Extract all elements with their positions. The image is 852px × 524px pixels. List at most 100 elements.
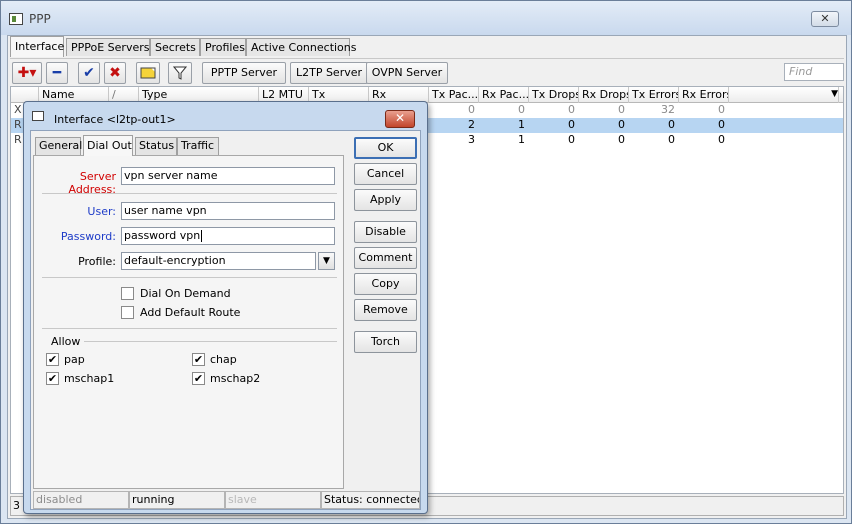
cell-tx-drops: 0 bbox=[568, 103, 575, 116]
allow-group-title: Allow bbox=[48, 335, 84, 348]
section-divider bbox=[42, 277, 337, 278]
add-default-route-label: Add Default Route bbox=[140, 306, 241, 319]
cell-rx-errors: 0 bbox=[718, 118, 725, 131]
password-input[interactable]: password vpn bbox=[121, 227, 335, 245]
profile-dropdown-button[interactable]: ▼ bbox=[318, 252, 335, 270]
disable-button[interactable]: ✖ bbox=[104, 62, 126, 84]
comment-note-icon bbox=[140, 67, 156, 79]
tab-status[interactable]: Status bbox=[135, 137, 177, 155]
minus-icon: ━ bbox=[52, 65, 62, 81]
chap-label: chap bbox=[210, 353, 237, 366]
remove-button[interactable]: Remove bbox=[354, 299, 417, 321]
pap-checkbox[interactable]: ✔ bbox=[46, 353, 59, 366]
tab-secrets[interactable]: Secrets bbox=[150, 38, 200, 56]
column-header-rx-errors[interactable]: Rx Errors bbox=[679, 87, 729, 103]
cell-tx-drops: 0 bbox=[568, 133, 575, 146]
cell-rx-packets: 1 bbox=[518, 133, 525, 146]
remove-button[interactable]: ━ bbox=[46, 62, 68, 84]
comment-button[interactable]: Comment bbox=[354, 247, 417, 269]
copy-button[interactable]: Copy bbox=[354, 273, 417, 295]
status-connection: Status: connected bbox=[321, 491, 420, 509]
cell-tx-errors: 0 bbox=[668, 133, 675, 146]
add-default-route-checkbox[interactable] bbox=[121, 306, 134, 319]
interface-dialog: Interface <l2tp-out1> ✕ General Dial Out… bbox=[23, 101, 428, 514]
column-menu-icon[interactable]: ▼ bbox=[828, 87, 839, 103]
cell-rx-errors: 0 bbox=[718, 133, 725, 146]
apply-button[interactable]: Apply bbox=[354, 189, 417, 211]
mschap2-checkbox[interactable]: ✔ bbox=[192, 372, 205, 385]
ppp-window-icon bbox=[9, 13, 23, 25]
checkmark-icon: ✔ bbox=[193, 372, 204, 385]
text-caret bbox=[201, 230, 203, 242]
server-address-input[interactable]: vpn server name bbox=[121, 167, 335, 185]
column-header-rx-packets[interactable]: Rx Pac... bbox=[479, 87, 529, 103]
dialog-close-button[interactable]: ✕ bbox=[385, 110, 415, 128]
filter-button[interactable] bbox=[168, 62, 192, 84]
dial-on-demand-label: Dial On Demand bbox=[140, 287, 231, 300]
allow-group-line bbox=[84, 341, 337, 342]
cancel-button[interactable]: Cancel bbox=[354, 163, 417, 185]
pap-label: pap bbox=[64, 353, 85, 366]
window-title: PPP bbox=[29, 12, 51, 26]
cell-rx-drops: 0 bbox=[618, 133, 625, 146]
section-divider bbox=[42, 193, 337, 194]
tab-interface[interactable]: Interface bbox=[10, 36, 64, 57]
user-input[interactable]: user name vpn bbox=[121, 202, 335, 220]
column-header-rx-drops[interactable]: Rx Drops bbox=[579, 87, 629, 103]
ok-button[interactable]: OK bbox=[354, 137, 417, 159]
dialog-client-area: General Dial Out Status Traffic Server A… bbox=[30, 130, 421, 510]
section-divider bbox=[42, 328, 337, 329]
cell-rx-drops: 0 bbox=[618, 103, 625, 116]
add-button[interactable]: ✚▾ bbox=[12, 62, 42, 84]
cell-rx-packets: 1 bbox=[518, 118, 525, 131]
cell-tx-drops: 0 bbox=[568, 118, 575, 131]
dialog-titlebar[interactable]: Interface <l2tp-out1> ✕ bbox=[24, 102, 427, 128]
tab-active-connections[interactable]: Active Connections bbox=[246, 38, 357, 56]
pptp-server-button[interactable]: PPTP Server bbox=[202, 62, 286, 84]
dial-on-demand-checkbox[interactable] bbox=[121, 287, 134, 300]
tab-pppoe-servers[interactable]: PPPoE Servers bbox=[66, 38, 150, 56]
chap-checkbox[interactable]: ✔ bbox=[192, 353, 205, 366]
find-input[interactable]: Find bbox=[784, 63, 844, 81]
toolbar: ✚▾ ━ ✔ ✖ PPTP Server L2TP Server OVPN Se… bbox=[10, 58, 844, 86]
tab-dial-out[interactable]: Dial Out bbox=[83, 135, 133, 156]
tab-traffic[interactable]: Traffic bbox=[177, 137, 219, 155]
password-label: Password: bbox=[60, 230, 116, 243]
cell-rx-drops: 0 bbox=[618, 118, 625, 131]
dialog-window-icon bbox=[32, 111, 44, 121]
torch-button[interactable]: Torch bbox=[354, 331, 417, 353]
status-disabled: disabled bbox=[33, 491, 129, 509]
password-value: password vpn bbox=[124, 229, 201, 242]
cell-tx-packets: 0 bbox=[468, 103, 475, 116]
checkmark-icon: ✔ bbox=[47, 372, 58, 385]
cell-tx-packets: 2 bbox=[468, 118, 475, 131]
cross-icon: ✖ bbox=[109, 65, 121, 81]
column-header-tx-drops[interactable]: Tx Drops bbox=[529, 87, 579, 103]
disable-button[interactable]: Disable bbox=[354, 221, 417, 243]
checkmark-icon: ✔ bbox=[47, 353, 58, 366]
mschap1-checkbox[interactable]: ✔ bbox=[46, 372, 59, 385]
ovpn-server-button[interactable]: OVPN Server bbox=[366, 62, 448, 84]
profile-label: Profile: bbox=[78, 255, 116, 268]
window-titlebar[interactable]: PPP ✕ bbox=[1, 1, 851, 35]
enable-button[interactable]: ✔ bbox=[78, 62, 100, 84]
comment-button[interactable] bbox=[136, 62, 160, 84]
status-running: running bbox=[129, 491, 225, 509]
tab-general[interactable]: General bbox=[35, 137, 82, 155]
dialog-title: Interface <l2tp-out1> bbox=[54, 113, 176, 126]
cell-rx-packets: 0 bbox=[518, 103, 525, 116]
checkmark-icon: ✔ bbox=[193, 353, 204, 366]
user-label: User: bbox=[87, 205, 116, 218]
cell-tx-errors: 32 bbox=[661, 103, 675, 116]
cell-tx-packets: 3 bbox=[468, 133, 475, 146]
filter-icon bbox=[172, 66, 188, 80]
cell-tx-errors: 0 bbox=[668, 118, 675, 131]
tab-profiles[interactable]: Profiles bbox=[200, 38, 246, 56]
profile-select[interactable]: default-encryption bbox=[121, 252, 316, 270]
column-header-tx-errors[interactable]: Tx Errors bbox=[629, 87, 679, 103]
mschap1-label: mschap1 bbox=[64, 372, 115, 385]
window-close-button[interactable]: ✕ bbox=[811, 11, 839, 27]
l2tp-server-button[interactable]: L2TP Server bbox=[290, 62, 368, 84]
chevron-down-icon: ▼ bbox=[323, 256, 330, 266]
column-header-tx-packets[interactable]: Tx Pac... bbox=[429, 87, 479, 103]
